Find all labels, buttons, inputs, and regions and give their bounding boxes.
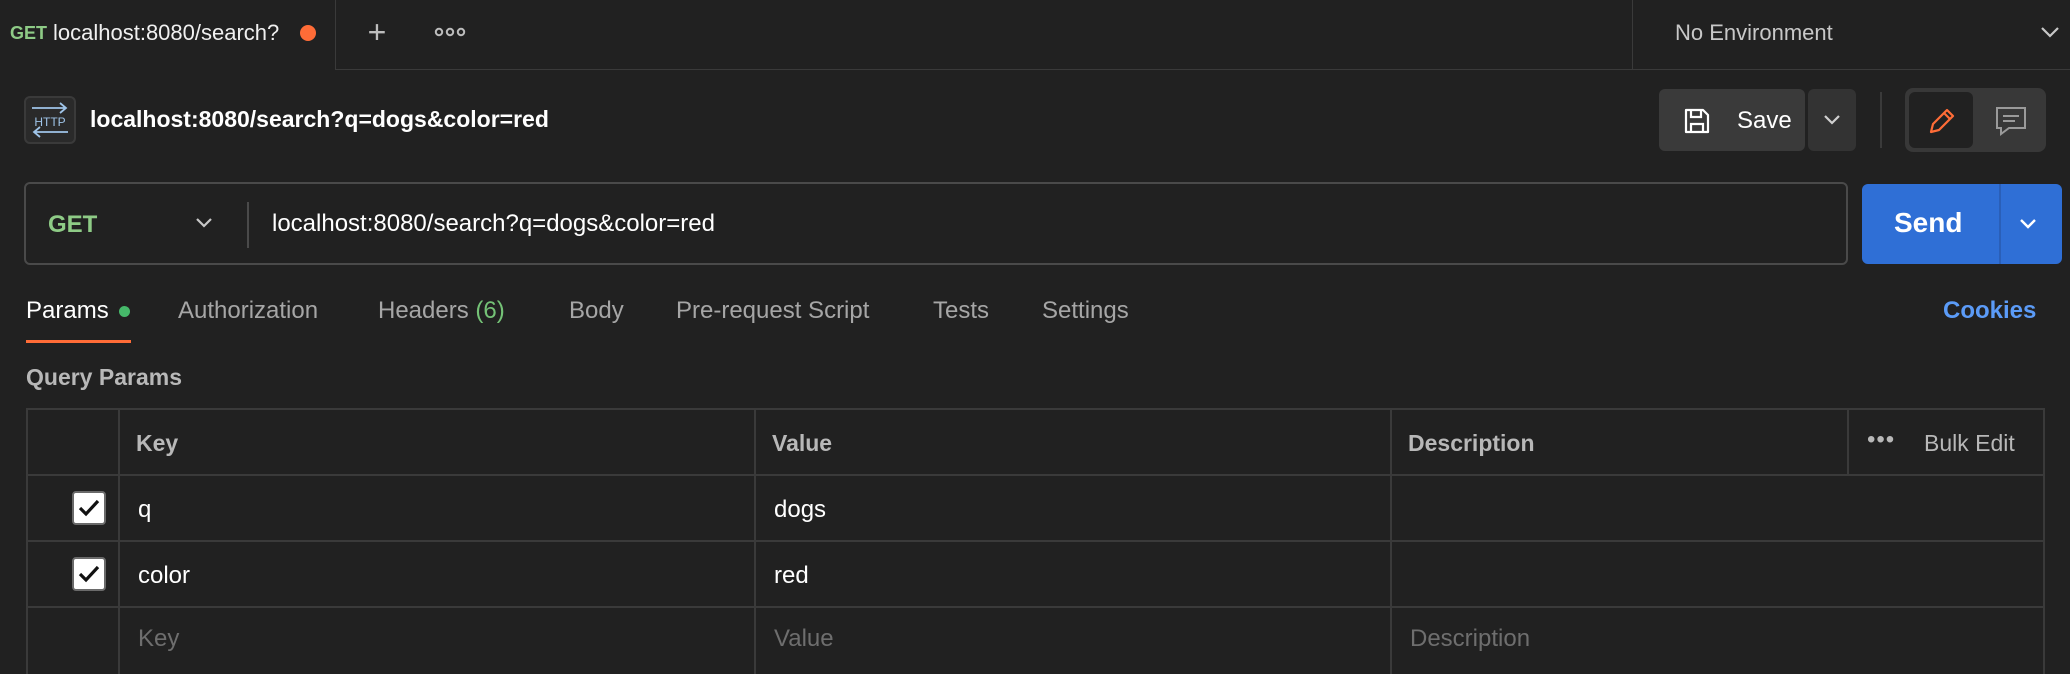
new-value-input[interactable]: Value <box>754 608 1390 674</box>
row-checkbox-cell <box>28 542 118 606</box>
save-label: Save <box>1737 107 1792 134</box>
param-value: red <box>774 562 809 589</box>
checkmark-icon <box>78 499 100 517</box>
query-params-table: Key Value Description ••• Bulk Edit q do… <box>26 408 2045 674</box>
param-checkbox[interactable] <box>72 557 106 591</box>
view-mode-toggle <box>1905 88 2046 152</box>
key-placeholder: Key <box>138 625 180 652</box>
checkbox-column-header <box>28 410 118 474</box>
send-split-divider <box>1999 184 2001 264</box>
more-horizontal-icon[interactable] <box>433 16 467 48</box>
key-cell[interactable]: color <box>118 542 754 606</box>
row-checkbox-cell <box>28 476 118 540</box>
tab-tests[interactable]: Tests <box>933 297 989 325</box>
url-bar: GET localhost:8080/search?q=dogs&color=r… <box>24 182 1848 265</box>
unsaved-indicator-dot <box>300 25 316 41</box>
description-header-label: Description <box>1408 430 1535 456</box>
table-row: q dogs <box>28 476 2043 542</box>
tab-title: localhost:8080/search? <box>53 20 280 45</box>
save-icon <box>1684 108 1710 134</box>
send-label: Send <box>1894 207 1963 238</box>
send-button[interactable]: Send <box>1862 184 2062 264</box>
description-cell[interactable] <box>1390 542 2043 606</box>
url-separator <box>247 202 249 248</box>
param-key: color <box>138 562 191 589</box>
headers-count: (6) <box>475 297 505 324</box>
chevron-down-icon <box>1824 115 1840 125</box>
cookies-link[interactable]: Cookies <box>1943 297 2036 325</box>
bulk-edit-button[interactable]: Bulk Edit <box>1924 430 2015 457</box>
chevron-down-icon[interactable] <box>2014 210 2042 238</box>
tab-settings[interactable]: Settings <box>1042 297 1129 325</box>
new-description-input[interactable]: Description <box>1390 608 2043 674</box>
table-row: color red <box>28 542 2043 608</box>
key-column-header: Key <box>118 410 754 474</box>
url-input[interactable]: localhost:8080/search?q=dogs&color=red <box>272 210 1772 238</box>
params-active-dot <box>119 306 130 317</box>
tab-method-label: GET <box>10 23 48 43</box>
param-key: q <box>138 496 152 523</box>
value-cell[interactable]: dogs <box>754 476 1390 540</box>
tab-headers-label: Headers <box>378 297 469 324</box>
edit-mode-button[interactable] <box>1909 92 1973 148</box>
tab-headers[interactable]: Headers (6) <box>378 297 505 325</box>
comment-mode-button[interactable] <box>1981 92 2041 148</box>
plus-icon[interactable]: + <box>362 14 392 50</box>
chevron-down-icon <box>2041 27 2059 38</box>
tab-authorization[interactable]: Authorization <box>178 297 318 325</box>
query-params-title: Query Params <box>26 364 182 390</box>
chevron-down-icon[interactable] <box>191 210 217 236</box>
key-cell[interactable]: q <box>118 476 754 540</box>
request-tab[interactable]: GET localhost:8080/search? <box>0 0 336 70</box>
value-header-label: Value <box>772 430 833 456</box>
checkmark-icon <box>78 565 100 583</box>
value-column-header: Value <box>754 410 1390 474</box>
description-placeholder: Description <box>1410 625 1531 652</box>
tab-body[interactable]: Body <box>569 297 624 325</box>
new-param-row: Key Value Description <box>28 608 2043 674</box>
method-select[interactable]: GET <box>48 211 97 239</box>
http-icon: HTTP <box>24 96 76 144</box>
active-tab-indicator <box>26 340 131 343</box>
environment-label: No Environment <box>1675 20 1833 45</box>
value-cell[interactable]: red <box>754 542 1390 606</box>
description-cell[interactable] <box>1390 476 2043 540</box>
tab-bar: GET localhost:8080/search? + No Environm… <box>0 0 2070 70</box>
tab-prerequest-script[interactable]: Pre-request Script <box>676 297 869 325</box>
pencil-icon <box>1929 108 1955 134</box>
new-key-input[interactable]: Key <box>118 608 754 674</box>
param-value: dogs <box>774 496 827 523</box>
param-checkbox[interactable] <box>72 491 106 525</box>
value-placeholder: Value <box>774 625 834 652</box>
tab-params[interactable]: Params <box>26 297 109 325</box>
more-horizontal-icon[interactable]: ••• <box>1867 426 1895 454</box>
request-title[interactable]: localhost:8080/search?q=dogs&color=red <box>90 106 549 133</box>
key-header-label: Key <box>136 430 179 456</box>
description-column-header: Description <box>1390 410 1847 474</box>
table-actions-header: ••• Bulk Edit <box>1847 410 2043 474</box>
row-checkbox-cell <box>28 608 118 674</box>
toolbar-divider <box>1880 92 1882 148</box>
table-header-row: Key Value Description ••• Bulk Edit <box>28 410 2043 476</box>
save-button[interactable]: Save <box>1659 89 1805 151</box>
environment-selector[interactable]: No Environment <box>1632 0 2070 70</box>
save-options-dropdown[interactable] <box>1808 89 1856 151</box>
comment-icon <box>1996 107 2026 136</box>
